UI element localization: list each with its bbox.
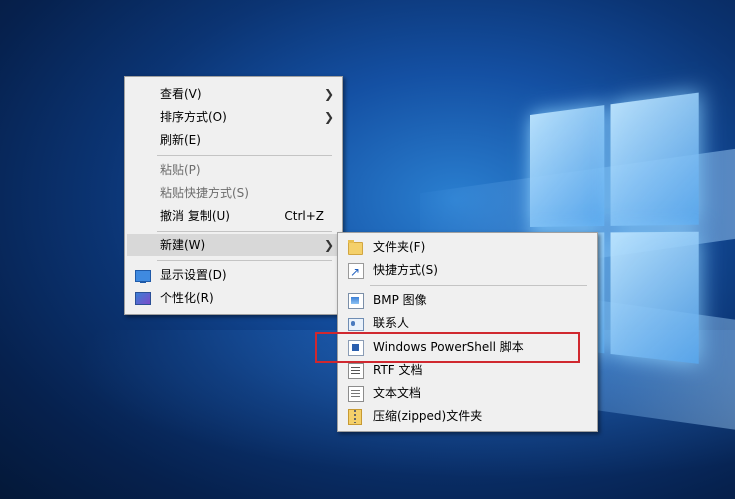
submenu-item-zip-folder[interactable]: 压缩(zipped)文件夹 bbox=[340, 405, 595, 427]
shortcut-text: Ctrl+Z bbox=[284, 209, 324, 223]
menu-item-paste-shortcut[interactable]: 粘贴快捷方式(S) bbox=[127, 182, 340, 204]
submenu-item-bmp-image[interactable]: BMP 图像 bbox=[340, 289, 595, 311]
menu-item-view[interactable]: 查看(V) ❯ bbox=[127, 83, 340, 105]
menu-item-display-settings[interactable]: 显示设置(D) bbox=[127, 264, 340, 286]
shortcut-icon bbox=[348, 261, 364, 283]
submenu-item-folder[interactable]: 文件夹(F) bbox=[340, 236, 595, 258]
chevron-right-icon: ❯ bbox=[323, 87, 334, 101]
menu-separator bbox=[370, 285, 587, 286]
folder-icon bbox=[348, 240, 363, 255]
contact-icon bbox=[348, 318, 364, 331]
menu-separator bbox=[157, 260, 332, 261]
annotation-highlight-box bbox=[315, 332, 580, 363]
menu-item-new[interactable]: 新建(W) ❯ bbox=[127, 234, 340, 256]
submenu-item-text-document[interactable]: 文本文档 bbox=[340, 382, 595, 404]
rtf-document-icon bbox=[348, 363, 364, 379]
zip-folder-icon bbox=[348, 409, 362, 425]
chevron-right-icon: ❯ bbox=[323, 238, 334, 252]
bmp-image-icon bbox=[348, 293, 364, 309]
menu-item-refresh[interactable]: 刷新(E) bbox=[127, 129, 340, 151]
menu-separator bbox=[157, 231, 332, 232]
personalize-icon bbox=[135, 292, 151, 305]
menu-separator bbox=[157, 155, 332, 156]
submenu-item-shortcut[interactable]: 快捷方式(S) bbox=[340, 259, 595, 283]
chevron-right-icon: ❯ bbox=[323, 110, 334, 124]
submenu-item-contact[interactable]: 联系人 bbox=[340, 312, 595, 334]
menu-item-paste[interactable]: 粘贴(P) bbox=[127, 159, 340, 181]
text-document-icon bbox=[348, 386, 364, 402]
desktop-context-menu: 查看(V) ❯ 排序方式(O) ❯ 刷新(E) 粘贴(P) 粘贴快捷方式(S) … bbox=[124, 76, 343, 315]
display-icon bbox=[135, 270, 151, 283]
menu-item-undo-copy[interactable]: 撤消 复制(U) Ctrl+Z bbox=[127, 205, 340, 227]
menu-item-personalize[interactable]: 个性化(R) bbox=[127, 287, 340, 309]
menu-item-sort-by[interactable]: 排序方式(O) ❯ bbox=[127, 106, 340, 128]
